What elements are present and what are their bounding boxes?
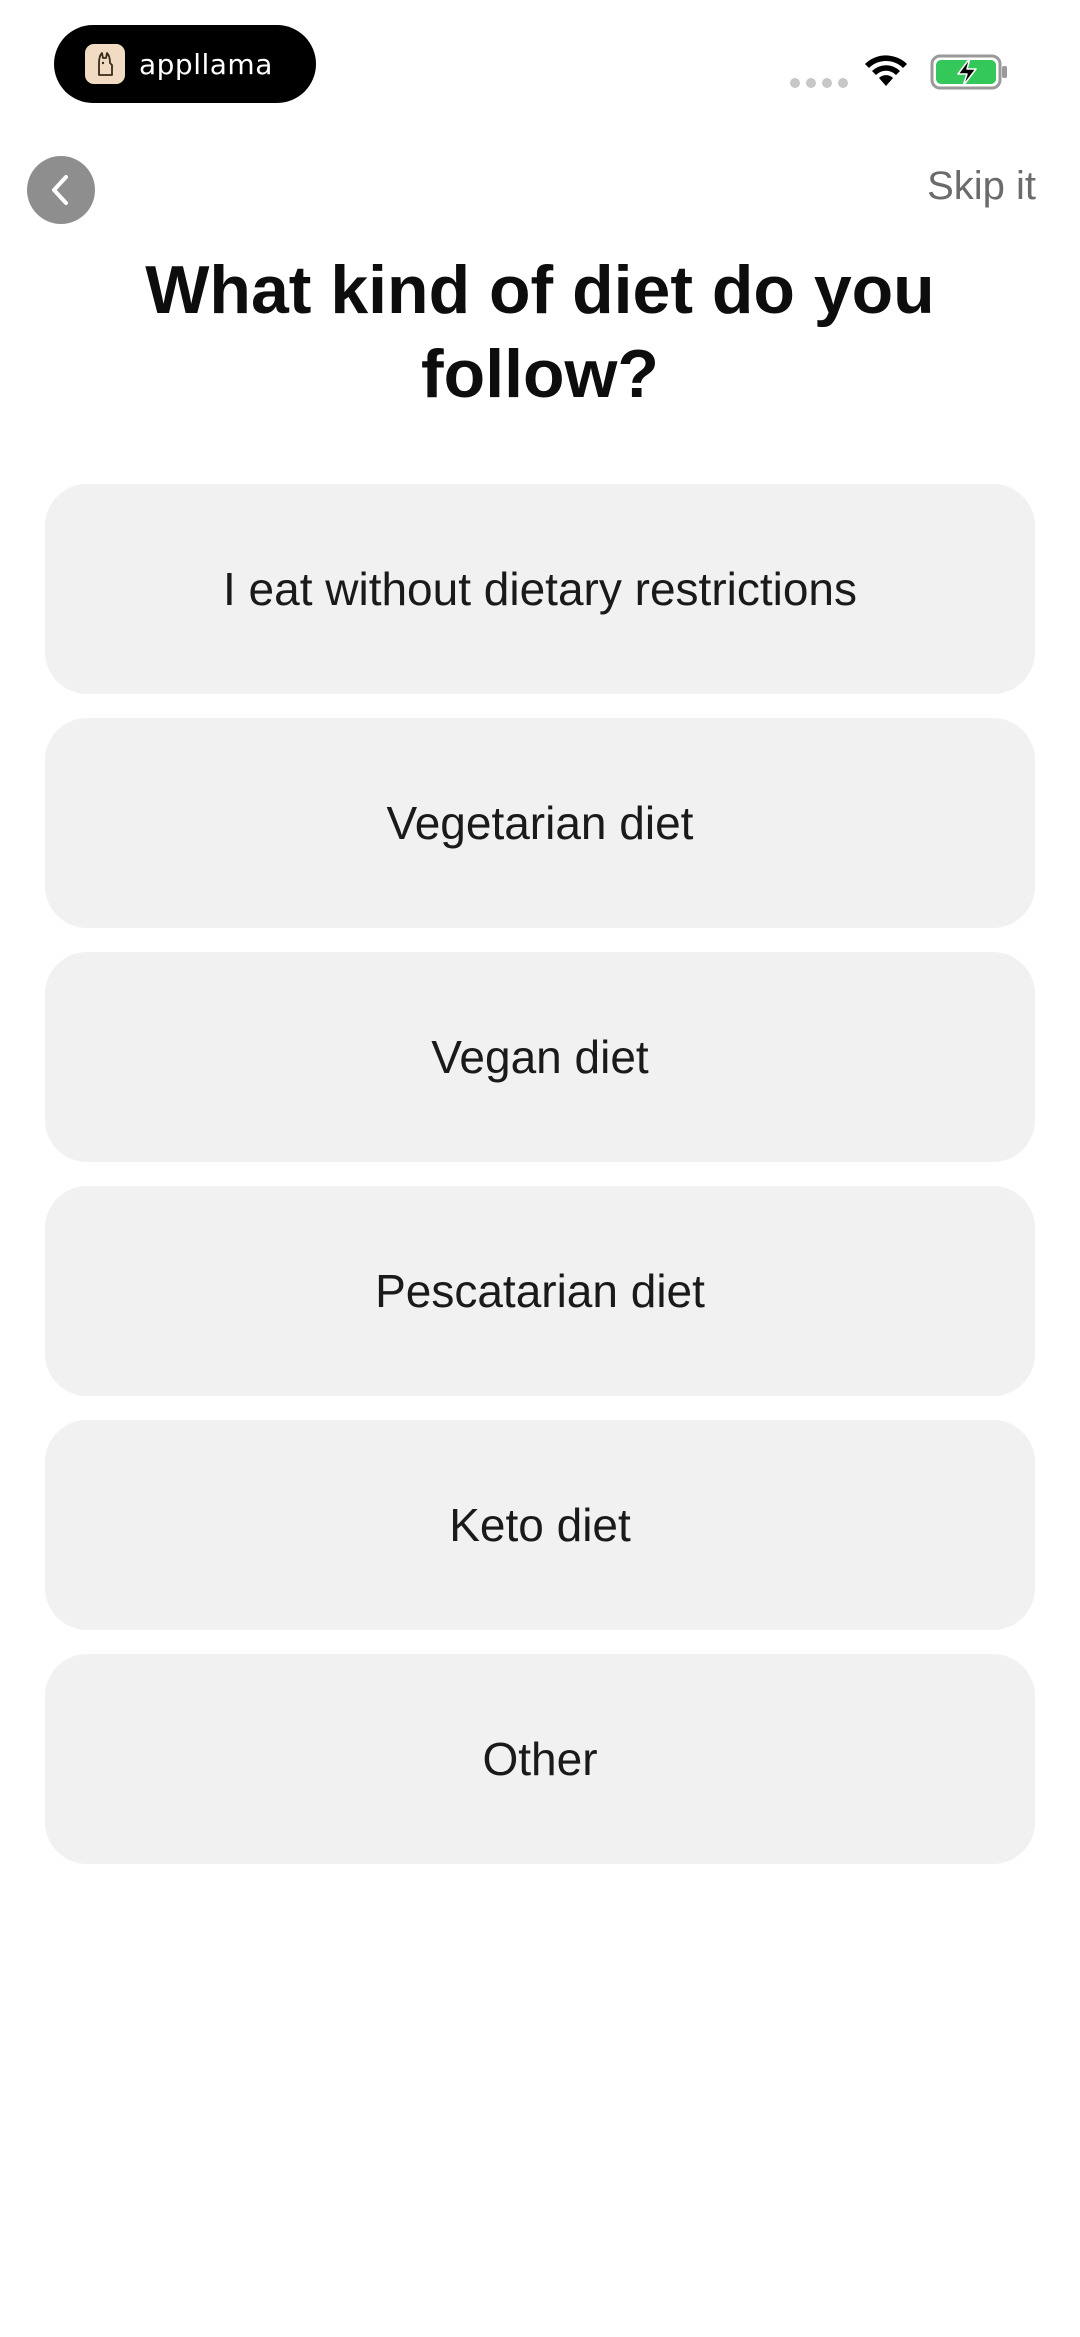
brand-badge: appllama	[54, 25, 316, 103]
status-bar: appllama	[0, 0, 1080, 120]
option-vegetarian[interactable]: Vegetarian diet	[45, 718, 1035, 928]
option-label: Vegan diet	[431, 1031, 649, 1083]
option-keto[interactable]: Keto diet	[45, 1420, 1035, 1630]
option-label: Pescatarian diet	[375, 1265, 705, 1317]
diet-options-list: I eat without dietary restrictions Veget…	[45, 484, 1035, 1864]
option-vegan[interactable]: Vegan diet	[45, 952, 1035, 1162]
battery-charging-icon	[930, 54, 1007, 90]
back-button[interactable]	[27, 156, 95, 224]
skip-button[interactable]: Skip it	[927, 164, 1036, 209]
option-label: I eat without dietary restrictions	[222, 563, 858, 615]
brand-name: appllama	[139, 47, 273, 81]
signal-icon	[790, 78, 848, 88]
llama-logo-icon	[85, 44, 125, 84]
option-other[interactable]: Other	[45, 1654, 1035, 1864]
option-no-restrictions[interactable]: I eat without dietary restrictions	[45, 484, 1035, 694]
chevron-left-icon	[52, 175, 68, 205]
option-label: Keto diet	[449, 1499, 631, 1551]
option-pescatarian[interactable]: Pescatarian diet	[45, 1186, 1035, 1396]
page-title: What kind of diet do you follow?	[145, 252, 935, 412]
option-label: Other	[482, 1733, 598, 1785]
option-label: Vegetarian diet	[386, 797, 694, 849]
wifi-icon	[865, 55, 907, 86]
